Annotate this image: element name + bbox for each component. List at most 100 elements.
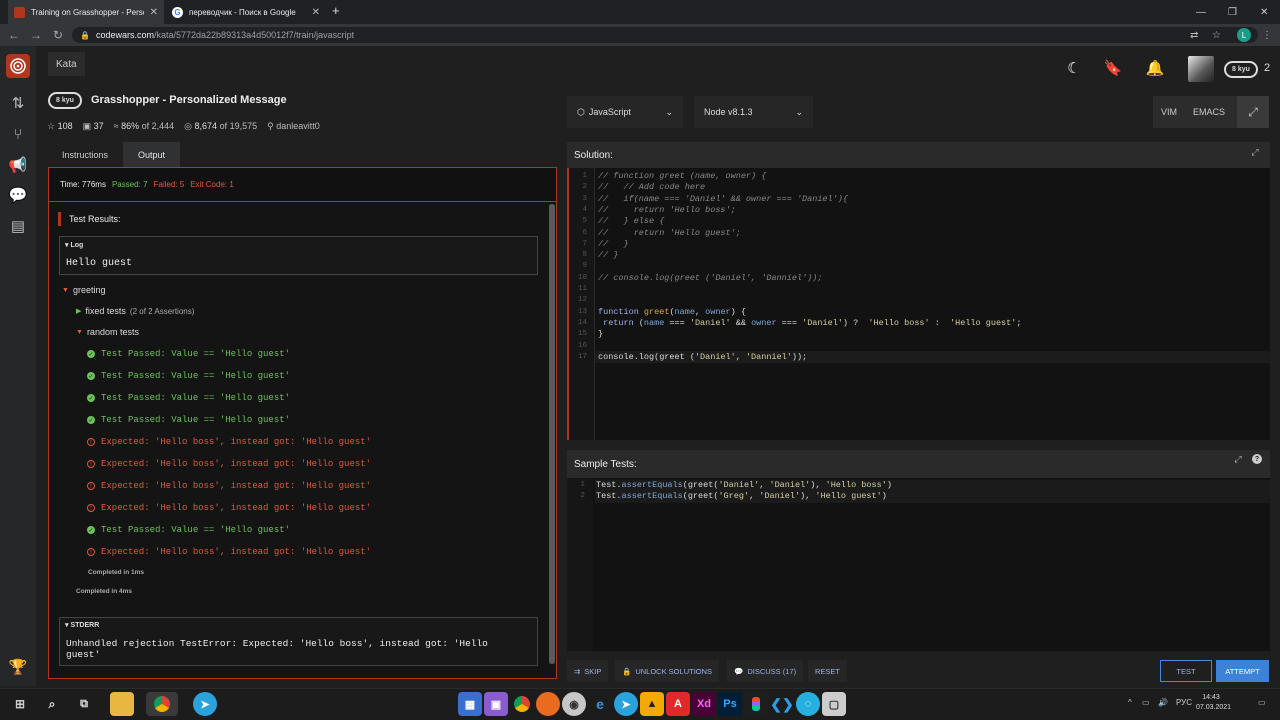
tab-output[interactable]: Output xyxy=(123,142,181,167)
file-explorer-icon[interactable] xyxy=(110,692,134,716)
completed-stat: ◎ 8,674 of 19,575 xyxy=(184,120,258,131)
app-icon-2[interactable]: ▣ xyxy=(484,692,508,716)
new-tab-button[interactable]: + xyxy=(332,3,340,18)
check-icon: ✓ xyxy=(87,372,95,380)
back-arrow-icon[interactable]: ← xyxy=(4,24,24,46)
megaphone-icon[interactable]: 📢 xyxy=(0,153,36,177)
photoshop-icon[interactable]: Ps xyxy=(718,692,742,716)
emacs-mode-button[interactable]: EMACS xyxy=(1187,96,1231,128)
version-select[interactable]: Node v8.1.3 ⌄ xyxy=(694,96,813,128)
user-avatar[interactable] xyxy=(1188,56,1214,82)
figma-icon[interactable] xyxy=(744,692,768,716)
chrome-icon[interactable] xyxy=(510,692,534,716)
firefox-icon[interactable] xyxy=(536,692,560,716)
translate-icon[interactable]: ⇄ xyxy=(1190,27,1198,43)
app-icon-6[interactable]: ◌ xyxy=(796,692,820,716)
discuss-icon: 💬 xyxy=(734,666,744,676)
app-icon-4[interactable]: ▲ xyxy=(640,692,664,716)
vim-mode-button[interactable]: VIM xyxy=(1153,96,1185,128)
satisfaction-stat: ≈ 86% of 2,444 xyxy=(113,121,175,131)
group-greeting[interactable]: ▼ greeting xyxy=(62,285,105,295)
forward-arrow-icon[interactable]: → xyxy=(26,24,46,46)
expand-icon[interactable]: ⤢ xyxy=(1250,147,1260,157)
test-button[interactable]: TEST xyxy=(1160,660,1212,682)
forks-stat: ▣ 37 xyxy=(82,120,104,131)
test-line-text: Expected: 'Hello boss', instead got: 'He… xyxy=(101,503,372,513)
app-icon-7[interactable]: ▢ xyxy=(822,692,846,716)
reload-icon[interactable]: ↻ xyxy=(48,24,68,46)
line-number: 8 xyxy=(582,251,587,260)
close-tab-icon[interactable]: ✕ xyxy=(312,7,320,18)
output-summary: Time: 776ms Passed: 7 Failed: 5 Exit Cod… xyxy=(49,168,556,202)
volume-icon[interactable]: 🔊 xyxy=(1158,698,1168,707)
notification-center-icon[interactable]: ▭ xyxy=(1258,698,1266,707)
hierarchy-icon[interactable]: ⑂ xyxy=(0,122,36,146)
browser-tab-codewars[interactable]: Training on Grasshopper - Perso ✕ xyxy=(8,0,164,24)
search-icon[interactable]: ⌕ xyxy=(40,692,64,716)
window-restore-button[interactable]: ❐ xyxy=(1228,0,1237,24)
test-failed-line: ! Expected: 'Hello boss', instead got: 'H… xyxy=(87,503,371,513)
reset-button[interactable]: RESET xyxy=(808,660,848,682)
kata-tab[interactable]: Kata xyxy=(48,52,85,76)
tab-instructions[interactable]: Instructions xyxy=(47,142,124,167)
app-icon-1[interactable]: ▦ xyxy=(458,692,482,716)
star-icon: ☆ xyxy=(47,120,58,131)
codewars-logo-icon[interactable] xyxy=(6,54,30,78)
notifications-bell-icon[interactable]: 🔔 xyxy=(1145,58,1165,78)
user-icon: ⚲ xyxy=(267,120,277,131)
dark-mode-moon-icon[interactable]: ☾ xyxy=(1064,58,1084,78)
help-icon[interactable]: ? xyxy=(1252,454,1262,464)
sample-tests-editor[interactable] xyxy=(567,478,1270,651)
stderr-label[interactable]: ▾ STDERR xyxy=(65,621,99,629)
bookmark-star-icon[interactable]: ☆ xyxy=(1212,27,1221,43)
group-random-tests[interactable]: ▼ random tests xyxy=(76,327,139,337)
edge-icon[interactable]: e xyxy=(588,692,612,716)
test-passed-line: ✓ Test Passed: Value == 'Hello guest' xyxy=(87,415,290,425)
url-field[interactable]: 🔒 codewars.com/kata/5772da22b89313a4d500… xyxy=(72,27,1258,43)
app-icon-5[interactable]: A xyxy=(666,692,690,716)
telegram-icon[interactable]: ➤ xyxy=(193,692,217,716)
attempt-button[interactable]: ATTEMPT xyxy=(1216,660,1269,682)
test-failed-line: ! Expected: 'Hello boss', instead got: 'H… xyxy=(87,437,371,447)
clock[interactable]: 14:43 07.03.2021 xyxy=(1196,693,1231,713)
chrome-taskbar-icon[interactable] xyxy=(146,692,178,716)
sample-tests-header: Sample Tests: xyxy=(567,450,1270,478)
docs-icon[interactable]: ▤ xyxy=(0,214,36,238)
discuss-button[interactable]: 💬 DISCUSS (17) xyxy=(727,660,804,682)
app-icon-3[interactable]: ◉ xyxy=(562,692,586,716)
codewars-favicon-icon xyxy=(14,6,25,18)
stars-stat[interactable]: ☆ 108 xyxy=(47,121,73,132)
skip-button[interactable]: ⇉ SKIP xyxy=(567,660,609,682)
vscode-icon[interactable]: ❮❯ xyxy=(770,692,794,716)
browser-tab-google[interactable]: G переводчик - Поиск в Google ✕ xyxy=(166,0,326,24)
comment-line: // return 'Hello boss'; xyxy=(598,204,736,215)
error-icon: ! xyxy=(87,548,95,556)
chat-icon[interactable]: 💬 xyxy=(0,183,36,207)
close-tab-icon[interactable]: ✕ xyxy=(150,7,158,18)
group-fixed-tests[interactable]: ▶ fixed tests (2 of 2 Assertions) xyxy=(76,306,194,316)
language-select[interactable]: ⬡ JavaScript ⌄ xyxy=(567,96,683,128)
browser-menu-icon[interactable]: ⋮ xyxy=(1262,27,1272,43)
task-view-icon[interactable]: ⧉ xyxy=(72,692,96,716)
fullscreen-icon[interactable]: ⤢ xyxy=(1237,96,1269,128)
adobe-xd-icon[interactable]: Xd xyxy=(692,692,716,716)
unlock-solutions-button[interactable]: 🔒 UNLOCK SOLUTIONS xyxy=(615,660,720,682)
window-minimize-button[interactable]: — xyxy=(1196,0,1206,24)
test-line-text: Expected: 'Hello boss', instead got: 'He… xyxy=(101,547,372,557)
telegram-icon-2[interactable]: ➤ xyxy=(614,692,638,716)
trophy-icon[interactable]: 🏆 xyxy=(0,655,36,679)
bookmark-icon[interactable]: 🔖 xyxy=(1103,58,1123,78)
network-icon[interactable]: ▭ xyxy=(1142,698,1150,707)
expand-icon[interactable]: ⤢ xyxy=(1233,454,1243,464)
left-tabs: Instructions Output xyxy=(47,142,181,167)
author-stat[interactable]: ⚲ danleavitt0 xyxy=(267,121,320,132)
check-icon: ✓ xyxy=(87,350,95,358)
training-icon[interactable]: ⇅ xyxy=(0,91,36,115)
output-scrollbar-thumb[interactable] xyxy=(549,204,555,664)
profile-avatar[interactable]: L xyxy=(1237,28,1251,42)
windows-start-icon[interactable]: ⊞ xyxy=(8,692,32,716)
window-close-button[interactable]: ✕ xyxy=(1260,0,1268,24)
input-language[interactable]: РУС xyxy=(1176,698,1192,707)
log-label[interactable]: ▾ Log xyxy=(65,241,83,249)
tray-chevron-icon[interactable]: ^ xyxy=(1128,698,1132,707)
